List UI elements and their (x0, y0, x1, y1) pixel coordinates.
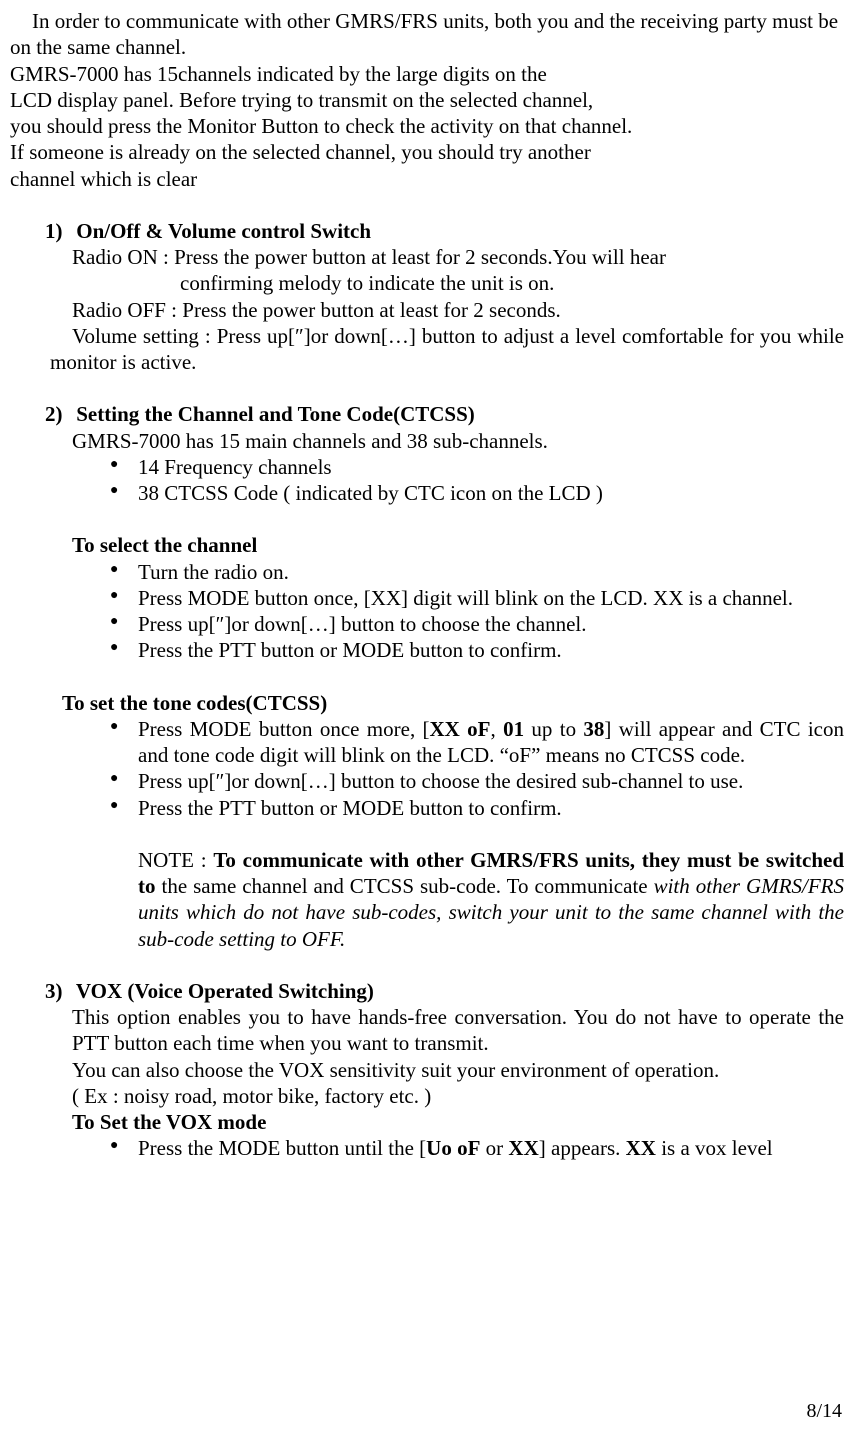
section-3-title: VOX (Voice Operated Switching) (76, 979, 374, 1003)
select-channel-heading: To select the channel (72, 532, 844, 558)
vox-set-list: Press the MODE button until the [Uo oF o… (110, 1135, 844, 1161)
list-item: 14 Frequency channels (110, 454, 844, 480)
list-item: Press the PTT button or MODE button to c… (110, 637, 844, 663)
note-plain: the same channel and CTCSS sub-code. To … (161, 874, 653, 898)
text-comma: , (491, 717, 504, 741)
section-1-heading: 1) On/Off & Volume control Switch (45, 218, 844, 244)
tone-item-text: Press MODE button once more, [ (138, 717, 430, 741)
vox-item-text: Press the MODE button until the [ (138, 1136, 426, 1160)
bold-xx-of: XX oF (430, 717, 491, 741)
bold-01: 01 (503, 717, 524, 741)
list-item: Press MODE button once, [XX] digit will … (110, 585, 844, 611)
channel-features-list: 14 Frequency channels 38 CTCSS Code ( in… (110, 454, 844, 507)
text-voxlevel: is a vox level (656, 1136, 773, 1160)
intro-line-4: you should press the Monitor Button to c… (10, 113, 844, 139)
note-label: NOTE : (138, 848, 213, 872)
intro-line-3: LCD display panel. Before trying to tran… (10, 87, 844, 113)
volume-line: Volume setting : Press up[″]or down[…] b… (50, 323, 844, 376)
list-item: Press the MODE button until the [Uo oF o… (110, 1135, 844, 1161)
vox-paragraph-2: You can also choose the VOX sensitivity … (72, 1057, 844, 1083)
list-item: Turn the radio on. (110, 559, 844, 585)
list-item: Press the PTT button or MODE button to c… (110, 795, 844, 821)
section-1-number: 1) (45, 218, 71, 244)
vox-paragraph-3: ( Ex : noisy road, motor bike, factory e… (72, 1083, 844, 1109)
intro-line-2: GMRS-7000 has 15channels indicated by th… (10, 61, 844, 87)
tone-codes-heading: To set the tone codes(CTCSS) (62, 690, 844, 716)
list-item: Press MODE button once more, [XX oF, 01 … (110, 716, 844, 769)
radio-on-line: Radio ON : Press the power button at lea… (72, 244, 844, 270)
section-2-number: 2) (45, 401, 71, 427)
section-1-title: On/Off & Volume control Switch (76, 219, 371, 243)
text-or: or (480, 1136, 508, 1160)
select-channel-list: Turn the radio on. Press MODE button onc… (110, 559, 844, 664)
note-paragraph: NOTE : To communicate with other GMRS/FR… (138, 847, 844, 952)
vox-paragraph-1: This option enables you to have hands-fr… (72, 1004, 844, 1057)
text-appears: ] appears. (539, 1136, 626, 1160)
bold-xx-2: XX (626, 1136, 656, 1160)
intro-paragraph-1: In order to communicate with other GMRS/… (10, 8, 844, 61)
bold-38: 38 (583, 717, 604, 741)
text-upto: up to (524, 717, 583, 741)
list-item: Press up[″]or down[…] button to choose t… (110, 768, 844, 794)
bold-uo-of: Uo oF (426, 1136, 480, 1160)
intro-line-5: If someone is already on the selected ch… (10, 139, 844, 165)
confirming-line: confirming melody to indicate the unit i… (180, 270, 844, 296)
section-2-intro: GMRS-7000 has 15 main channels and 38 su… (72, 428, 844, 454)
bold-xx: XX (508, 1136, 538, 1160)
section-2-heading: 2) Setting the Channel and Tone Code(CTC… (45, 401, 844, 427)
page-number: 8/14 (806, 1399, 842, 1424)
section-3-number: 3) (45, 978, 71, 1004)
list-item: 38 CTCSS Code ( indicated by CTC icon on… (110, 480, 844, 506)
radio-off-line: Radio OFF : Press the power button at le… (72, 297, 844, 323)
tone-codes-list: Press MODE button once more, [XX oF, 01 … (110, 716, 844, 821)
intro-line-6: channel which is clear (10, 166, 844, 192)
section-2-title: Setting the Channel and Tone Code(CTCSS) (76, 402, 475, 426)
vox-set-heading: To Set the VOX mode (72, 1109, 844, 1135)
section-3-heading: 3) VOX (Voice Operated Switching) (45, 978, 844, 1004)
list-item: Press up[″]or down[…] button to choose t… (110, 611, 844, 637)
